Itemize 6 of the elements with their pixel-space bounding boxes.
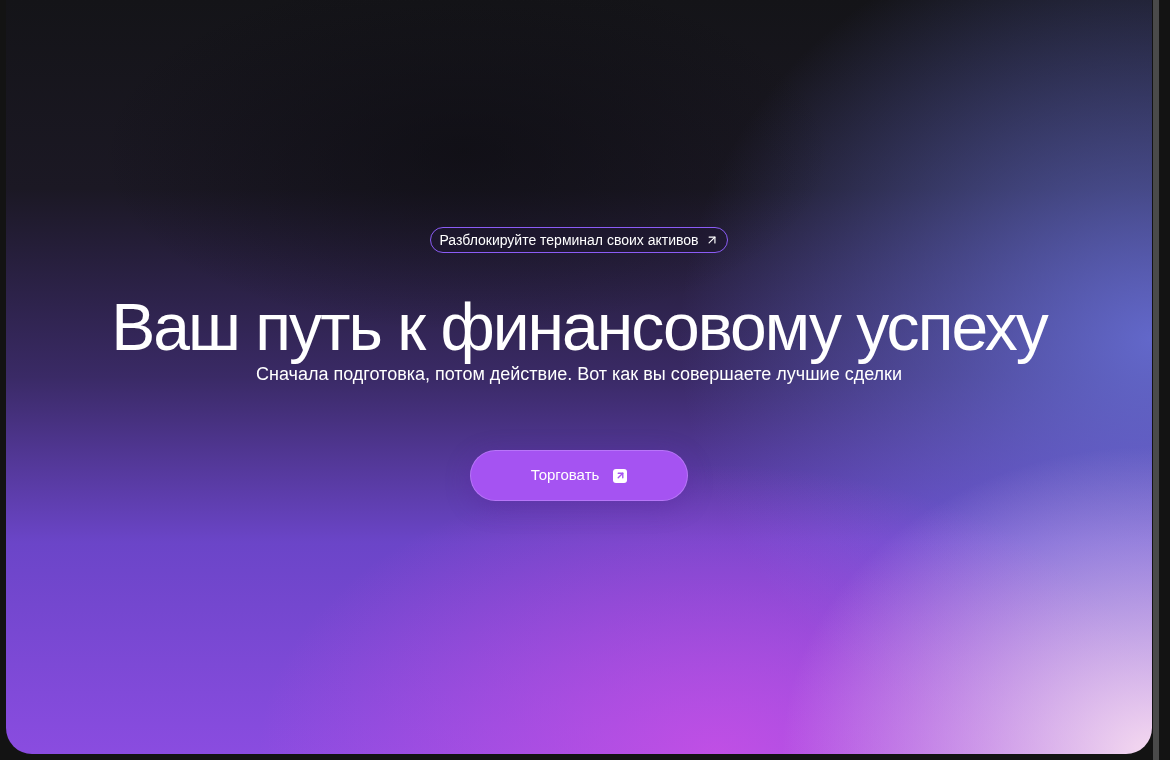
trade-button[interactable]: Торговать — [470, 450, 688, 501]
scrollbar[interactable] — [1153, 0, 1159, 760]
announcement-badge[interactable]: Разблокируйте терминал своих активов — [430, 227, 728, 253]
arrow-up-right-icon — [613, 468, 628, 483]
hero-subtitle: Сначала подготовка, потом действие. Вот как вы совершаете лучшие сделки — [256, 364, 902, 386]
hero-title: Ваш путь к финансовому успеху — [111, 291, 1047, 363]
